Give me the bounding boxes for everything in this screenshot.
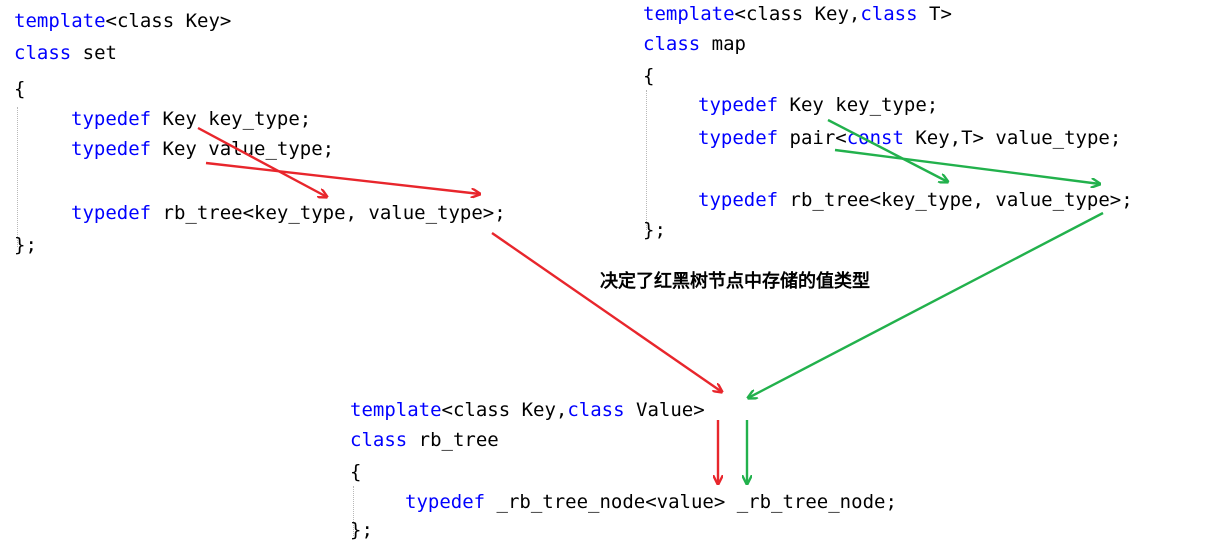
arrow-map-to-rb-tree-value xyxy=(748,211,1104,398)
arrow-set-to-rb-tree-value xyxy=(491,232,722,392)
arrow-set-key-to-key-type xyxy=(197,126,327,197)
arrow-set-key-to-value-type xyxy=(205,161,480,194)
arrow-map-pair-to-value-type xyxy=(834,148,1100,184)
arrows-overlay xyxy=(197,118,1104,542)
